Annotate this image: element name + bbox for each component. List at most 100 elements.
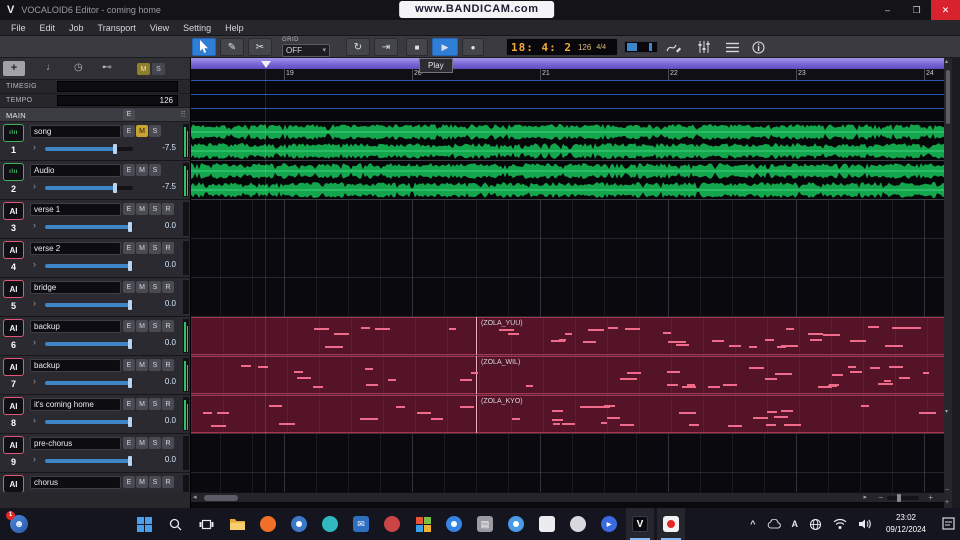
- mute-button[interactable]: M: [136, 320, 148, 332]
- note[interactable]: [449, 328, 456, 330]
- note[interactable]: [676, 344, 689, 346]
- note[interactable]: [679, 412, 697, 414]
- pointer-tool-button[interactable]: [192, 38, 216, 56]
- main-edit-button[interactable]: E: [123, 109, 135, 120]
- main-row[interactable]: MAIN E ⠿: [0, 108, 190, 122]
- note[interactable]: [781, 410, 794, 412]
- note[interactable]: [765, 339, 774, 341]
- note[interactable]: [297, 377, 311, 379]
- track-area[interactable]: (ZOLA_YUU)(ZOLA_WIL)(ZOLA_KYO): [191, 122, 944, 492]
- note-icon[interactable]: ♩: [46, 62, 56, 73]
- track-1[interactable]: ılıı1songEMS›-7.5: [0, 122, 190, 161]
- note[interactable]: [607, 417, 620, 419]
- metronome-icon[interactable]: ◷: [74, 62, 83, 73]
- solo-button[interactable]: S: [149, 398, 161, 410]
- vocaloid-icon[interactable]: V: [626, 508, 654, 540]
- expand-arrow[interactable]: ›: [33, 415, 36, 425]
- list-button[interactable]: [720, 38, 744, 56]
- note[interactable]: [850, 371, 863, 373]
- menu-transport[interactable]: Transport: [91, 23, 143, 33]
- note[interactable]: [580, 406, 592, 408]
- menu-edit[interactable]: Edit: [33, 23, 63, 33]
- track-name-field[interactable]: chorus: [30, 476, 121, 489]
- edit-button[interactable]: E: [123, 320, 135, 332]
- action-center-icon[interactable]: [942, 517, 955, 532]
- solo-button[interactable]: S: [149, 476, 161, 488]
- note[interactable]: [211, 425, 226, 427]
- track-name-field[interactable]: backup: [30, 320, 121, 333]
- note[interactable]: [832, 374, 843, 376]
- search-button[interactable]: [161, 508, 189, 540]
- ime-indicator[interactable]: A: [792, 519, 799, 529]
- note[interactable]: [431, 418, 443, 420]
- mute-button[interactable]: M: [136, 398, 148, 410]
- solo-button[interactable]: S: [149, 242, 161, 254]
- solo-button[interactable]: S: [149, 320, 161, 332]
- volume-slider[interactable]: [45, 420, 133, 424]
- news-widget-icon[interactable]: ☻ 1: [10, 515, 28, 533]
- menu-job[interactable]: Job: [62, 23, 91, 33]
- note[interactable]: [848, 366, 856, 368]
- note[interactable]: [551, 340, 565, 342]
- hzoom-slider[interactable]: [887, 496, 919, 500]
- mute-button[interactable]: M: [136, 164, 148, 176]
- note[interactable]: [682, 386, 696, 388]
- timeline-ruler[interactable]: [191, 58, 944, 69]
- note[interactable]: [775, 373, 792, 375]
- grid-select[interactable]: OFF ▾: [282, 44, 330, 57]
- mute-button[interactable]: M: [136, 476, 148, 488]
- track-name-field[interactable]: it's coming home: [30, 398, 121, 411]
- note[interactable]: [471, 372, 478, 374]
- hzoom-out-button[interactable]: −: [878, 493, 883, 503]
- edit-button[interactable]: E: [123, 476, 135, 488]
- note[interactable]: [765, 378, 777, 380]
- ruler-numbers[interactable]: 192021222324: [191, 69, 944, 80]
- note[interactable]: [366, 384, 379, 386]
- add-track-button[interactable]: +: [3, 61, 25, 76]
- note[interactable]: [565, 333, 573, 335]
- mute-button[interactable]: M: [136, 242, 148, 254]
- note[interactable]: [314, 328, 329, 330]
- note[interactable]: [749, 346, 757, 348]
- note[interactable]: [663, 332, 671, 334]
- edit-button[interactable]: E: [123, 164, 135, 176]
- note[interactable]: [508, 333, 519, 335]
- expand-arrow[interactable]: ›: [33, 220, 36, 230]
- note[interactable]: [241, 365, 251, 367]
- hscroll-thumb[interactable]: [204, 495, 238, 501]
- track-9[interactable]: AI9pre-chorusEMSR›0.0: [0, 434, 190, 473]
- track-8[interactable]: AI8it's coming homeEMSR›0.0: [0, 395, 190, 434]
- note[interactable]: [375, 328, 390, 330]
- mute-button[interactable]: M: [136, 437, 148, 449]
- timeline-row-1[interactable]: [191, 122, 944, 161]
- note[interactable]: [620, 378, 637, 380]
- note[interactable]: [885, 345, 902, 347]
- note[interactable]: [784, 424, 802, 426]
- track-10[interactable]: AI10chorusEMSR›0.0: [0, 473, 190, 492]
- vertical-scrollbar[interactable]: ▴ ▾ − +: [944, 58, 952, 508]
- note[interactable]: [823, 334, 840, 336]
- note[interactable]: [884, 380, 891, 382]
- expand-arrow[interactable]: ›: [33, 142, 36, 152]
- note[interactable]: [687, 384, 696, 386]
- edit-button[interactable]: E: [123, 242, 135, 254]
- mail-icon[interactable]: ✉: [347, 508, 375, 540]
- tempo-field[interactable]: 126: [57, 95, 178, 106]
- close-button[interactable]: ✕: [931, 0, 960, 20]
- horizontal-scrollbar[interactable]: ◂ ▸ − +: [191, 492, 944, 502]
- volume-slider[interactable]: [45, 225, 133, 229]
- mute-button[interactable]: M: [136, 125, 148, 137]
- edit-button[interactable]: E: [123, 359, 135, 371]
- note[interactable]: [417, 412, 431, 414]
- note[interactable]: [396, 406, 405, 408]
- task-view-button[interactable]: [192, 508, 220, 540]
- timeline-row-2[interactable]: [191, 161, 944, 200]
- track-7[interactable]: AI7backupEMSR›0.0: [0, 356, 190, 395]
- play-button[interactable]: ▶: [432, 38, 458, 56]
- solo-button[interactable]: S: [149, 164, 161, 176]
- note[interactable]: [868, 326, 879, 328]
- edit-button[interactable]: E: [123, 203, 135, 215]
- note[interactable]: [203, 412, 212, 414]
- note[interactable]: [919, 412, 937, 414]
- expand-arrow[interactable]: ›: [33, 259, 36, 269]
